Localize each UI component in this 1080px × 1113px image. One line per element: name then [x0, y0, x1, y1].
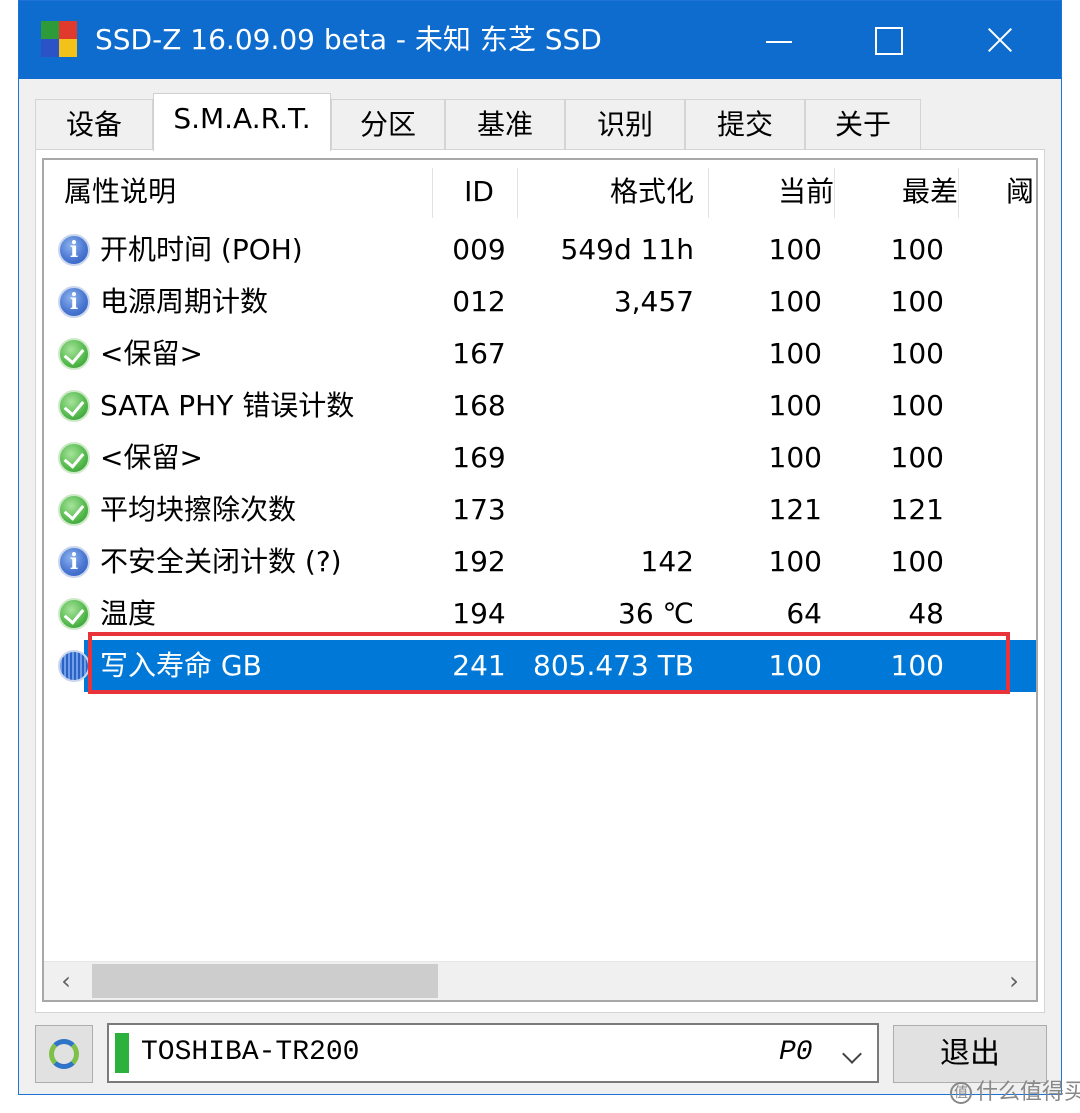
header-attribute[interactable]: 属性说明 [64, 160, 444, 224]
info-icon [58, 650, 90, 682]
cell-formatted: 3,457 [613, 285, 694, 318]
drive-select[interactable]: TOSHIBA-TR200 P0 [107, 1023, 879, 1083]
drive-port: P0 [779, 1037, 813, 1068]
watermark: 值什么值得买 [950, 1074, 1080, 1106]
refresh-icon [49, 1039, 79, 1069]
cell-formatted: 549d 11h [560, 233, 695, 266]
header-threshold[interactable]: 阈 [1006, 160, 1036, 224]
tab-about[interactable]: 关于 [805, 99, 921, 149]
ssd-z-window: SSD-Z 16.09.09 beta - 未知 东芝 SSD 设备 S.M.A… [18, 0, 1062, 1095]
cell-current: 100 [768, 337, 822, 370]
ok-icon [58, 598, 90, 630]
cell-current: 100 [768, 233, 822, 266]
table-row[interactable]: <保留> 169 100 100 [44, 432, 1036, 484]
bottom-bar: TOSHIBA-TR200 P0 退出 [19, 1015, 1061, 1095]
smart-attribute-list[interactable]: 属性说明 ID 格式化 当前 最差 阈 i 开机时间 (POH) 009 549d 1… [42, 158, 1038, 1002]
cell-current: 121 [768, 493, 822, 526]
scroll-left-icon[interactable]: ‹ [44, 962, 88, 1000]
ok-icon [58, 338, 90, 370]
tab-submit[interactable]: 提交 [685, 99, 805, 149]
tab-benchmark[interactable]: 基准 [445, 99, 565, 149]
minimize-button[interactable] [724, 1, 834, 79]
watermark-icon: 值 [950, 1082, 972, 1104]
cell-attribute: 电源周期计数 [100, 285, 269, 318]
tab-device[interactable]: 设备 [35, 99, 153, 149]
cell-current: 100 [768, 441, 822, 474]
title-bar[interactable]: SSD-Z 16.09.09 beta - 未知 东芝 SSD [19, 1, 1061, 79]
info-icon: i [58, 286, 90, 318]
annotation-highlight-frame [88, 632, 1010, 694]
cell-current: 100 [768, 285, 822, 318]
header-current[interactable]: 当前 [714, 160, 834, 224]
table-row[interactable]: i 电源周期计数 012 3,457 100 100 [44, 276, 1036, 328]
app-icon [41, 21, 77, 57]
tab-strip: 设备 S.M.A.R.T. 分区 基准 识别 提交 关于 [35, 93, 1045, 151]
cell-id: 167 [452, 337, 506, 370]
smart-panel: 属性说明 ID 格式化 当前 最差 阈 i 开机时间 (POH) 009 549d 1… [35, 149, 1045, 1013]
cell-attribute: 不安全关闭计数 (?) [100, 545, 342, 578]
table-row[interactable]: <保留> 167 100 100 [44, 328, 1036, 380]
tab-partition[interactable]: 分区 [331, 99, 445, 149]
cell-attribute: <保留> [100, 337, 203, 370]
cell-formatted [524, 484, 694, 536]
tab-identify[interactable]: 识别 [565, 99, 685, 149]
ok-icon [58, 442, 90, 474]
cell-attribute: <保留> [100, 441, 203, 474]
table-row[interactable]: i 开机时间 (POH) 009 549d 11h 100 100 [44, 224, 1036, 276]
cell-worst: 100 [890, 233, 944, 266]
cell-worst: 100 [890, 389, 944, 422]
horizontal-scrollbar[interactable]: ‹ › [44, 961, 1036, 1000]
info-icon: i [58, 234, 90, 266]
header-formatted[interactable]: 格式化 [524, 160, 694, 224]
window-title: SSD-Z 16.09.09 beta - 未知 东芝 SSD [95, 23, 602, 56]
drive-status-indicator [115, 1033, 129, 1073]
cell-worst: 100 [890, 285, 944, 318]
watermark-text: 什么值得买 [976, 1080, 1080, 1105]
cell-formatted [524, 380, 694, 432]
cell-worst: 100 [890, 441, 944, 474]
cell-id: 192 [452, 545, 506, 578]
table-row[interactable]: SATA PHY 错误计数 168 100 100 [44, 380, 1036, 432]
cell-attribute: SATA PHY 错误计数 [100, 389, 355, 422]
cell-id: 169 [452, 441, 506, 474]
cell-id: 012 [452, 285, 506, 318]
cell-worst: 100 [890, 337, 944, 370]
cell-id: 173 [452, 493, 506, 526]
list-header: 属性说明 ID 格式化 当前 最差 阈 [44, 160, 1036, 224]
cell-attribute: 平均块擦除次数 [100, 493, 297, 526]
cell-formatted: 142 [640, 545, 694, 578]
header-worst[interactable]: 最差 [844, 160, 958, 224]
table-row[interactable]: 写入寿命 GB 241 805.473 TB 100 100 [44, 632, 1036, 694]
minimize-icon [766, 41, 792, 43]
chevron-down-icon[interactable] [842, 1044, 862, 1064]
scroll-right-icon[interactable]: › [992, 962, 1036, 1000]
cell-worst: 100 [890, 545, 944, 578]
refresh-button[interactable] [35, 1025, 93, 1083]
table-row[interactable]: i 不安全关闭计数 (?) 192 142 100 100 [44, 536, 1036, 588]
info-icon: i [58, 546, 90, 578]
close-button[interactable] [944, 1, 1054, 79]
cell-id: 009 [452, 233, 506, 266]
tab-smart[interactable]: S.M.A.R.T. [153, 93, 331, 151]
scroll-thumb[interactable] [92, 964, 438, 998]
maximize-button[interactable] [834, 1, 944, 79]
table-row[interactable]: 平均块擦除次数 173 121 121 [44, 484, 1036, 536]
ok-icon [58, 494, 90, 526]
maximize-icon [875, 27, 903, 55]
cell-id: 168 [452, 389, 506, 422]
drive-name: TOSHIBA-TR200 [141, 1037, 360, 1068]
cell-formatted [524, 328, 694, 380]
header-id[interactable]: ID [444, 160, 514, 224]
cell-current: 100 [768, 545, 822, 578]
cell-current: 100 [768, 389, 822, 422]
cell-attribute: 开机时间 (POH) [100, 233, 303, 266]
cell-worst: 121 [890, 493, 944, 526]
cell-formatted [524, 432, 694, 484]
ok-icon [58, 390, 90, 422]
